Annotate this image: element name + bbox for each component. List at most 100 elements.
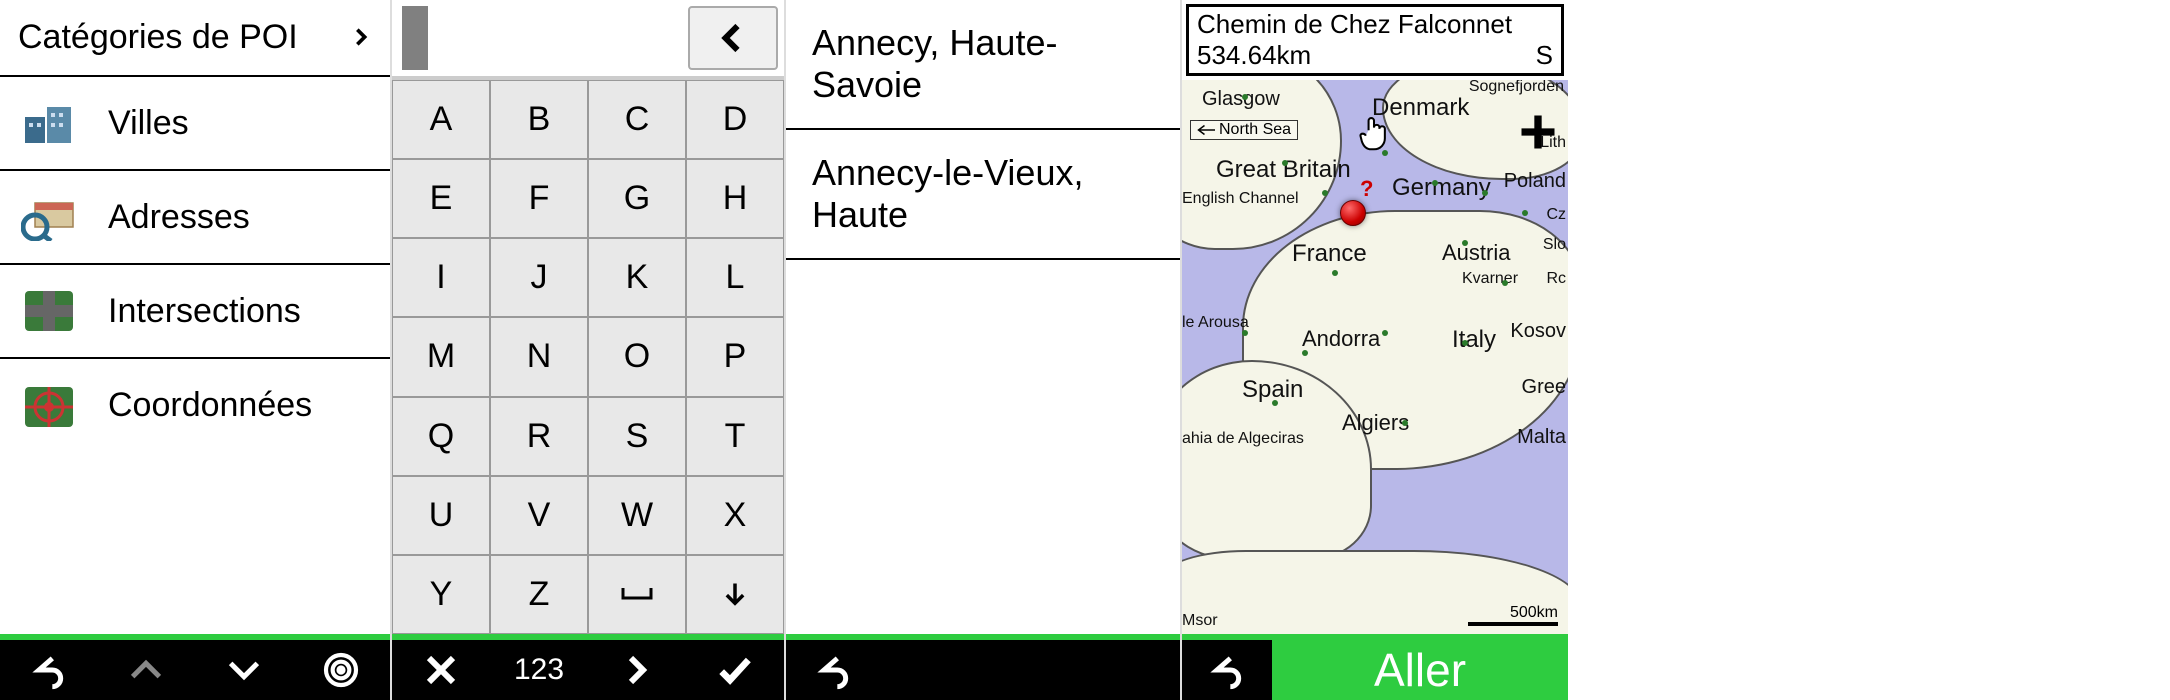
- location-distance: 534.64km: [1197, 40, 1311, 71]
- coordinates-icon: [18, 379, 80, 431]
- keyboard-grid: A B C D E F G H I J K L M N O P Q R S T …: [392, 80, 784, 634]
- map-label: North Sea: [1219, 121, 1291, 139]
- target-button[interactable]: [293, 640, 391, 700]
- question-mark-icon: ?: [1360, 176, 1373, 202]
- bottom-bar: [786, 640, 1180, 700]
- map-canvas[interactable]: North Sea ⟵ Sognefjorden Glasgow Denmark…: [1182, 80, 1568, 634]
- map-label: Kosov: [1510, 320, 1566, 343]
- map-label: Poland: [1504, 170, 1566, 193]
- back-button[interactable]: [0, 640, 98, 700]
- key-space[interactable]: [588, 555, 686, 634]
- map-label: Cz: [1546, 206, 1566, 224]
- map-label: Malta: [1517, 426, 1566, 449]
- cancel-button[interactable]: [392, 640, 490, 700]
- map-label: Msor: [1182, 612, 1218, 630]
- key-J[interactable]: J: [490, 238, 588, 317]
- key-R[interactable]: R: [490, 397, 588, 476]
- key-N[interactable]: N: [490, 317, 588, 396]
- city-icon: [18, 97, 80, 149]
- map-header: Chemin de Chez Falconnet 534.64km S: [1186, 4, 1564, 76]
- key-C[interactable]: C: [588, 80, 686, 159]
- panel-categories: Catégories de POI Villes Adresses Inters…: [0, 0, 392, 700]
- location-title: Chemin de Chez Falconnet: [1197, 9, 1553, 40]
- chevron-right-icon: [350, 18, 372, 57]
- panel-map: Chemin de Chez Falconnet 534.64km S Nort…: [1182, 0, 1568, 700]
- map-label: Kvarner: [1462, 270, 1518, 288]
- header-title: Catégories de POI: [18, 18, 298, 57]
- map-label: Denmark: [1372, 94, 1469, 122]
- key-P[interactable]: P: [686, 317, 784, 396]
- key-Z[interactable]: Z: [490, 555, 588, 634]
- category-item-adresses[interactable]: Adresses: [0, 171, 390, 265]
- key-G[interactable]: G: [588, 159, 686, 238]
- bottom-bar: [0, 640, 390, 700]
- map-label: Rc: [1546, 270, 1566, 288]
- key-Q[interactable]: Q: [392, 397, 490, 476]
- down-button[interactable]: [195, 640, 293, 700]
- map-label: Gree: [1522, 376, 1566, 399]
- intersection-icon: [18, 285, 80, 337]
- key-S[interactable]: S: [588, 397, 686, 476]
- scale-bar: 500km: [1468, 604, 1558, 626]
- key-T[interactable]: T: [686, 397, 784, 476]
- key-D[interactable]: D: [686, 80, 784, 159]
- key-K[interactable]: K: [588, 238, 686, 317]
- key-hide-keyboard[interactable]: [686, 555, 784, 634]
- key-F[interactable]: F: [490, 159, 588, 238]
- go-button[interactable]: Aller: [1272, 640, 1568, 700]
- up-button[interactable]: [98, 640, 196, 700]
- key-H[interactable]: H: [686, 159, 784, 238]
- text-cursor: [402, 6, 428, 70]
- next-button[interactable]: [588, 640, 686, 700]
- map-label: Sognefjorden: [1469, 80, 1564, 96]
- category-item-intersections[interactable]: Intersections: [0, 265, 390, 359]
- results-list: Annecy, Haute-Savoie Annecy-le-Vieux, Ha…: [786, 0, 1180, 634]
- key-L[interactable]: L: [686, 238, 784, 317]
- panel-keyboard: A B C D E F G H I J K L M N O P Q R S T …: [392, 0, 786, 700]
- map-label: Italy: [1452, 326, 1496, 354]
- bottom-bar: 123: [392, 640, 784, 700]
- text-input[interactable]: [428, 0, 682, 76]
- envelope-search-icon: [18, 191, 80, 243]
- map-label: Germany: [1392, 174, 1491, 202]
- backspace-button[interactable]: [688, 6, 778, 70]
- result-item[interactable]: Annecy-le-Vieux, Haute: [786, 130, 1180, 260]
- key-M[interactable]: M: [392, 317, 490, 396]
- map-label: Algiers: [1342, 410, 1409, 436]
- key-A[interactable]: A: [392, 80, 490, 159]
- mode-123-button[interactable]: 123: [490, 640, 588, 700]
- map-label: Glasgow: [1202, 88, 1280, 111]
- category-label: Adresses: [108, 198, 250, 237]
- bottom-bar: Aller: [1182, 640, 1568, 700]
- key-O[interactable]: O: [588, 317, 686, 396]
- panel-header[interactable]: Catégories de POI: [0, 0, 390, 77]
- key-Y[interactable]: Y: [392, 555, 490, 634]
- key-X[interactable]: X: [686, 476, 784, 555]
- back-button[interactable]: [786, 640, 882, 700]
- map-label: Slo: [1543, 236, 1566, 254]
- category-item-coordonnees[interactable]: Coordonnées: [0, 359, 390, 451]
- north-sea-label-box: North Sea: [1190, 120, 1298, 140]
- back-button[interactable]: [1182, 640, 1272, 700]
- category-item-villes[interactable]: Villes: [0, 77, 390, 171]
- key-I[interactable]: I: [392, 238, 490, 317]
- category-label: Coordonnées: [108, 386, 312, 425]
- key-V[interactable]: V: [490, 476, 588, 555]
- key-W[interactable]: W: [588, 476, 686, 555]
- map-label: ahia de Algeciras: [1182, 430, 1304, 448]
- key-U[interactable]: U: [392, 476, 490, 555]
- result-item[interactable]: Annecy, Haute-Savoie: [786, 0, 1180, 130]
- location-pin-icon: [1340, 200, 1366, 226]
- map-label: France: [1292, 240, 1367, 268]
- confirm-button[interactable]: [686, 640, 784, 700]
- location-direction: S: [1536, 40, 1553, 71]
- panel-results: Annecy, Haute-Savoie Annecy-le-Vieux, Ha…: [786, 0, 1182, 700]
- category-label: Intersections: [108, 292, 301, 331]
- text-input-row: [392, 0, 784, 80]
- map-label: Andorra: [1302, 326, 1380, 352]
- map-label: le Arousa: [1182, 314, 1249, 332]
- key-B[interactable]: B: [490, 80, 588, 159]
- map-label: English Channel: [1182, 190, 1299, 208]
- key-E[interactable]: E: [392, 159, 490, 238]
- scale-label: 500km: [1510, 604, 1558, 622]
